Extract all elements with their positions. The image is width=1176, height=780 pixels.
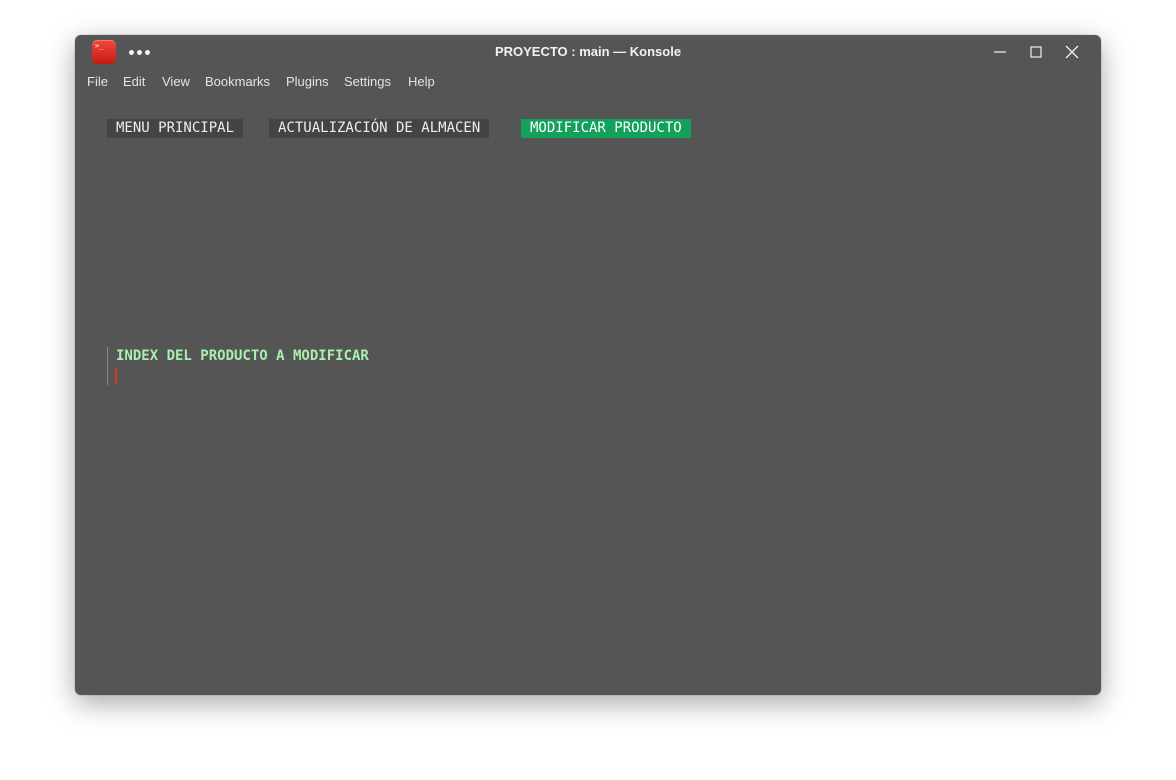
menu-bookmarks[interactable]: Bookmarks — [205, 69, 270, 95]
menu-settings[interactable]: Settings — [344, 69, 391, 95]
menu-view[interactable]: View — [162, 69, 190, 95]
prompt-left-border — [107, 347, 108, 385]
breadcrumb-modificar-producto: MODIFICAR PRODUCTO — [521, 119, 691, 138]
menu-help[interactable]: Help — [408, 69, 435, 95]
konsole-window: >_ PROYECTO : main — Konsole File Edit V… — [75, 35, 1101, 695]
breadcrumb-actualizacion-almacen: ACTUALIZACIÓN DE ALMACEN — [269, 119, 490, 138]
title-bar[interactable]: >_ PROYECTO : main — Konsole — [75, 35, 1101, 69]
menu-file[interactable]: File — [87, 69, 108, 95]
maximize-button[interactable] — [1025, 41, 1047, 63]
close-icon — [1065, 45, 1079, 59]
text-cursor[interactable] — [115, 368, 117, 383]
window-title: PROYECTO : main — Konsole — [494, 44, 682, 59]
close-button[interactable] — [1061, 41, 1083, 63]
breadcrumb-menu-principal: MENU PRINCIPAL — [107, 119, 244, 138]
minimize-icon — [994, 51, 1006, 53]
prompt-label: INDEX DEL PRODUCTO A MODIFICAR — [116, 348, 369, 364]
menu-bar: File Edit View Bookmarks Plugins Setting… — [75, 69, 1101, 95]
terminal-area[interactable]: MENU PRINCIPAL ACTUALIZACIÓN DE ALMACEN … — [75, 95, 1101, 695]
maximize-icon — [1030, 46, 1042, 58]
menu-edit[interactable]: Edit — [123, 69, 145, 95]
minimize-button[interactable] — [989, 41, 1011, 63]
menu-plugins[interactable]: Plugins — [286, 69, 329, 95]
